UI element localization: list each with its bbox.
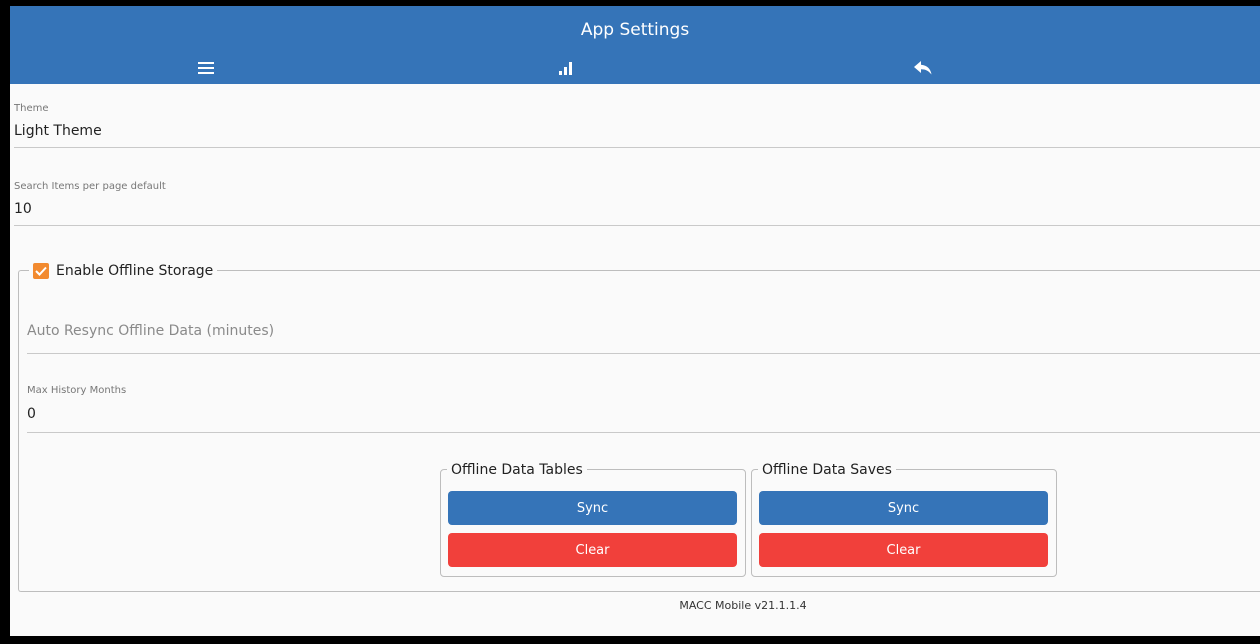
app-window: App Settings Theme Light Theme Search It… [10, 6, 1260, 636]
saves-clear-button[interactable]: Clear [759, 533, 1048, 567]
offline-data-tables-group: Offline Data Tables Sync Clear [440, 461, 746, 577]
hamburger-menu-icon [198, 62, 214, 74]
max-history-label: Max History Months [27, 385, 127, 396]
menu-button[interactable] [186, 56, 226, 80]
search-items-field[interactable]: Search Items per page default 10 [14, 181, 1260, 226]
offline-storage-legend: Enable Offline Storage [29, 262, 218, 280]
offline-storage-label: Enable Offline Storage [56, 263, 214, 279]
search-items-label: Search Items per page default [14, 181, 166, 192]
theme-field[interactable]: Theme Light Theme [14, 103, 1260, 148]
reply-back-icon [914, 61, 932, 75]
signal-bars-icon [559, 61, 572, 75]
max-history-field[interactable]: Max History Months 0 [27, 385, 1260, 433]
theme-label: Theme [14, 103, 49, 114]
offline-data-tables-legend: Offline Data Tables [447, 461, 587, 479]
max-history-value: 0 [27, 406, 36, 422]
tables-sync-button[interactable]: Sync [448, 491, 737, 525]
auto-resync-placeholder: Auto Resync Offline Data (minutes) [27, 323, 275, 339]
theme-value: Light Theme [14, 123, 102, 139]
stats-button[interactable] [546, 56, 586, 80]
checkmark-icon [35, 266, 47, 276]
tables-clear-button[interactable]: Clear [448, 533, 737, 567]
offline-data-saves-legend: Offline Data Saves [758, 461, 896, 479]
app-header: App Settings [10, 6, 1260, 84]
offline-storage-checkbox[interactable] [33, 263, 49, 279]
offline-data-saves-group: Offline Data Saves Sync Clear [751, 461, 1057, 577]
search-items-value: 10 [14, 201, 32, 217]
back-button[interactable] [903, 56, 943, 80]
offline-storage-section: Enable Offline Storage Auto Resync Offli… [18, 262, 1260, 592]
saves-sync-button[interactable]: Sync [759, 491, 1048, 525]
auto-resync-field[interactable]: Auto Resync Offline Data (minutes) [27, 323, 1260, 354]
page-title: App Settings [580, 20, 690, 40]
app-version: MACC Mobile v21.1.1.4 [679, 599, 807, 612]
